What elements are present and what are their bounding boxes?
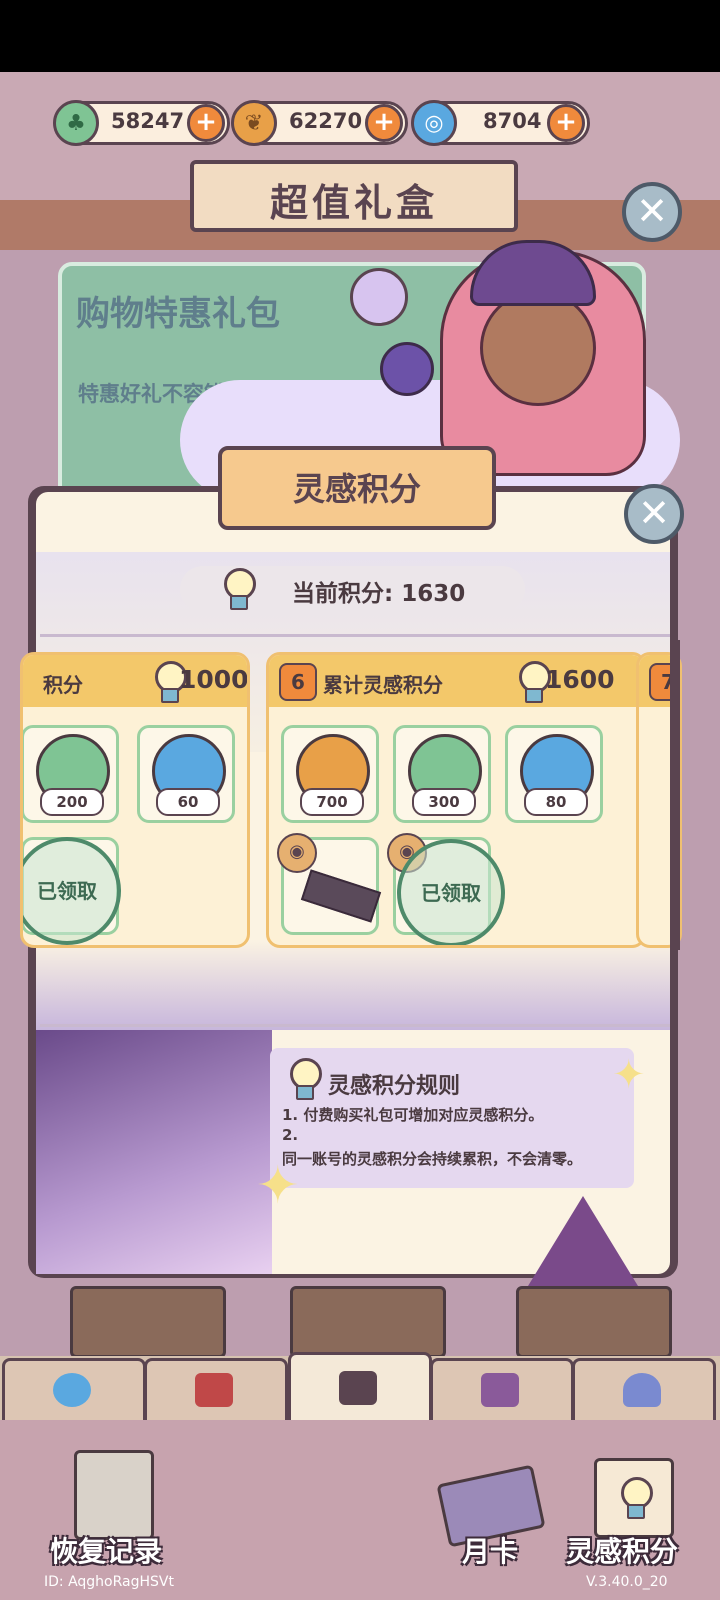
- reward-item[interactable]: 80: [505, 725, 603, 823]
- tier-card-1000: 积分 1000 200 60 已领取: [20, 652, 250, 948]
- claimed-label: 已领取: [37, 879, 97, 903]
- swirl-coin-icon: ◎: [411, 100, 457, 146]
- rule-line-2: 2.: [282, 1126, 299, 1144]
- currency-heart: ❦ 62270 +: [231, 100, 408, 146]
- item-quantity: 80: [524, 788, 588, 816]
- shirt-icon: [195, 1373, 233, 1407]
- month-card-button[interactable]: 月卡: [462, 1530, 518, 1570]
- sparkle-icon: ✦: [612, 1052, 646, 1098]
- rules-panel: 灵感积分规则 1. 付费购买礼包可增加对应灵感积分。 2. 同一账号的灵感积分会…: [270, 1048, 634, 1188]
- currency-swirl: ◎ 8704 +: [411, 100, 590, 146]
- tab-outfit[interactable]: [144, 1358, 288, 1424]
- people-icon: [623, 1373, 661, 1407]
- gift-box-icon: [290, 1286, 446, 1358]
- gift-box-icon: [516, 1286, 672, 1358]
- currency-clover: ♣ 58247 +: [53, 100, 230, 146]
- tier-title: 积分: [43, 673, 83, 697]
- tab-gift[interactable]: [288, 1352, 432, 1428]
- scroll-icon: [481, 1373, 519, 1407]
- lightbulb-icon: [617, 1477, 653, 1519]
- points-frame-icon: [594, 1458, 674, 1538]
- modal-title-banner: 灵感积分: [218, 446, 496, 530]
- rule-line-3: 同一账号的灵感积分会持续累积，不会清零。: [282, 1150, 583, 1168]
- fortune-room-illustration: [36, 1030, 272, 1274]
- currency-heart-value: 62270: [289, 109, 363, 133]
- close-modal-button[interactable]: ✕: [624, 484, 684, 544]
- claimed-label: 已领取: [421, 881, 481, 905]
- reward-item[interactable]: 200: [23, 725, 119, 823]
- modal-title: 灵感积分: [292, 470, 421, 508]
- tier-points: 1000: [179, 665, 249, 694]
- item-quantity: 60: [156, 788, 220, 816]
- gift-icon: [339, 1371, 377, 1405]
- item-quantity: 300: [412, 788, 476, 816]
- item-quantity: 700: [300, 788, 364, 816]
- promo-title: 购物特惠礼包: [76, 294, 280, 334]
- eye-icon: ◉: [277, 833, 317, 873]
- tab-friends[interactable]: [572, 1358, 716, 1424]
- tier-card-1600: 6 累计灵感积分 1600 700 300 80 ◉ ◉ 已领取: [266, 652, 646, 948]
- close-page-button[interactable]: ✕: [622, 182, 682, 242]
- page-title: 超值礼盒: [269, 181, 438, 225]
- currency-clover-value: 58247: [111, 109, 185, 133]
- add-heart-button[interactable]: +: [365, 104, 403, 142]
- gift-box-icon: [70, 1286, 226, 1358]
- clover-coin-icon: ♣: [53, 100, 99, 146]
- rule-line-1: 1. 付费购买礼包可增加对应灵感积分。: [282, 1106, 544, 1124]
- claimed-stamp: 已领取: [397, 839, 505, 945]
- lavender-fade: [36, 940, 670, 1030]
- swirl-icon: [53, 1373, 91, 1407]
- tier-points: 1600: [545, 665, 615, 694]
- item-quantity: 200: [40, 788, 104, 816]
- tab-swirl[interactable]: [2, 1358, 146, 1424]
- tab-scroll[interactable]: [430, 1358, 574, 1424]
- crystal-ball-icon: [380, 342, 434, 396]
- character-face: [480, 290, 596, 406]
- page-title-banner: 超值礼盒: [190, 160, 518, 232]
- reward-item[interactable]: 300: [393, 725, 491, 823]
- reward-item[interactable]: 700: [281, 725, 379, 823]
- moon-orb-icon: [350, 268, 408, 326]
- lightbulb-icon: [515, 661, 551, 703]
- lightbulb-icon: [286, 1058, 322, 1100]
- divider: [40, 634, 670, 637]
- user-id: ID: AqghoRagHSVt: [44, 1574, 174, 1590]
- restore-records-button[interactable]: 恢复记录: [50, 1530, 162, 1570]
- tarot-cards-icon: [300, 869, 382, 923]
- tier-index-badge: 6: [279, 663, 317, 701]
- currency-swirl-value: 8704: [483, 109, 542, 133]
- reward-item[interactable]: 60: [137, 725, 235, 823]
- modal-edge: [670, 640, 680, 950]
- rules-title: 灵感积分规则: [328, 1074, 461, 1099]
- score-label: 当前积分: 1630: [292, 581, 466, 607]
- divider: [40, 1024, 670, 1027]
- clipboard-icon: [74, 1450, 154, 1540]
- points-button[interactable]: 灵感积分: [566, 1530, 678, 1570]
- lightbulb-icon: [220, 568, 256, 610]
- tier-title: 累计灵感积分: [323, 673, 443, 697]
- sparkle-icon: ✦: [256, 1156, 300, 1216]
- add-swirl-button[interactable]: +: [547, 104, 585, 142]
- version-label: V.3.40.0_20: [586, 1574, 668, 1590]
- current-score: 当前积分: 1630: [180, 566, 525, 612]
- heart-coin-icon: ❦: [231, 100, 277, 146]
- add-clover-button[interactable]: +: [187, 104, 225, 142]
